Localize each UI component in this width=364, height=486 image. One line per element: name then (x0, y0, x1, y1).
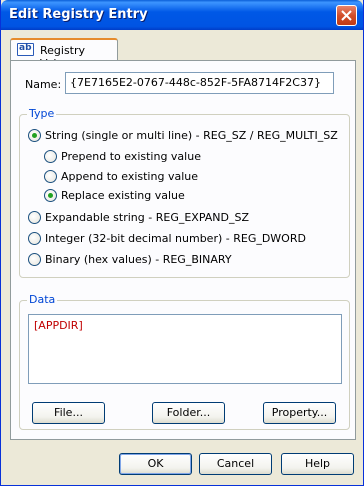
close-button[interactable] (336, 5, 357, 26)
radio-append-button[interactable] (44, 170, 57, 183)
cancel-button[interactable]: Cancel (199, 453, 272, 475)
radio-replace-button[interactable] (44, 189, 57, 202)
radio-binary-label: Binary (hex values) - REG_BINARY (45, 253, 232, 266)
radio-integer-label: Integer (32-bit decimal number) - REG_DW… (45, 232, 306, 245)
window-title: Edit Registry Entry (9, 7, 148, 22)
registry-value-panel: Name: {7E7165E2-0767-448c-852F-5FA8714F2… (10, 60, 356, 440)
radio-replace-label: Replace existing value (61, 189, 185, 202)
radio-expandable-label: Expandable string - REG_EXPAND_SZ (45, 211, 249, 224)
radio-integer-button[interactable] (28, 232, 41, 245)
property-button[interactable]: Property... (263, 402, 336, 424)
tab-registry-value[interactable]: ab Registry Value (10, 38, 118, 70)
edit-registry-entry-dialog: Edit Registry Entry ab Registry Value Na… (0, 0, 364, 486)
radio-prepend-button[interactable] (44, 150, 57, 163)
data-group-legend: Data (27, 293, 58, 306)
registry-value-icon: ab (17, 43, 34, 56)
type-group: Type String (single or multi line) - REG… (19, 107, 350, 278)
radio-expandable-button[interactable] (28, 211, 41, 224)
radio-string-label: String (single or multi line) - REG_SZ /… (45, 129, 338, 142)
type-group-legend: Type (27, 107, 57, 120)
help-button[interactable]: Help (281, 453, 354, 475)
radio-append-label: Append to existing value (61, 170, 198, 183)
folder-button[interactable]: Folder... (152, 402, 225, 424)
title-bar[interactable]: Edit Registry Entry (1, 0, 363, 30)
file-button[interactable]: File... (32, 402, 105, 424)
name-field[interactable]: {7E7165E2-0767-448c-852F-5FA8714F2C37} (65, 72, 334, 94)
ok-button[interactable]: OK (119, 453, 192, 475)
radio-prepend-label: Prepend to existing value (61, 150, 201, 163)
radio-string-button[interactable] (28, 129, 41, 142)
close-icon (341, 10, 352, 21)
radio-binary-button[interactable] (28, 253, 41, 266)
name-label: Name: (25, 78, 62, 91)
data-textarea[interactable]: [APPDIR] (28, 314, 342, 384)
